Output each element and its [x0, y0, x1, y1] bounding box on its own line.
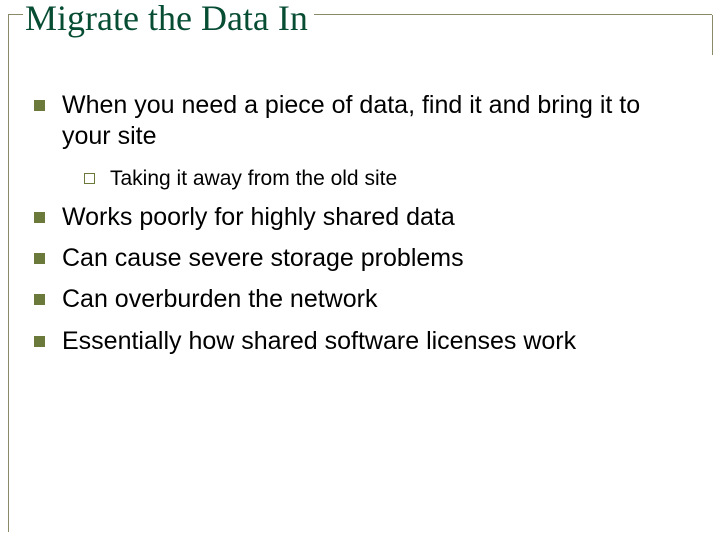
bullet-text: Essentially how shared software licenses… [62, 327, 576, 355]
slide-content: When you need a piece of data, find it a… [28, 90, 668, 367]
bullet-text: Can overburden the network [62, 285, 377, 313]
bullet-text: When you need a piece of data, find it a… [62, 91, 640, 150]
bullet-item: Can cause severe storage problems [28, 243, 668, 274]
bullet-item: When you need a piece of data, find it a… [28, 90, 668, 192]
slide-title: Migrate the Data In [25, 0, 308, 39]
sub-bullet-text: Taking it away from the old site [110, 167, 397, 190]
sub-bullet-list: Taking it away from the old site [62, 165, 668, 192]
bullet-item: Essentially how shared software licenses… [28, 326, 668, 357]
bullet-item: Works poorly for highly shared data [28, 202, 668, 233]
bullet-text: Can cause severe storage problems [62, 244, 464, 272]
sub-bullet-item: Taking it away from the old site [62, 165, 668, 192]
bullet-text: Works poorly for highly shared data [62, 203, 455, 231]
bullet-item: Can overburden the network [28, 284, 668, 315]
title-container: Migrate the Data In [23, 0, 314, 39]
bullet-list: When you need a piece of data, find it a… [28, 90, 668, 357]
